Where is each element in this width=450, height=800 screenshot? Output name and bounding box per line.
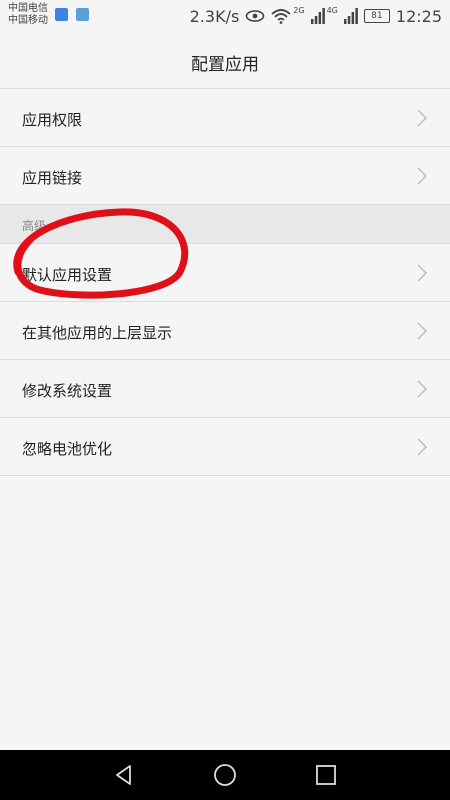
list-item-app-links[interactable]: 应用链接 bbox=[0, 147, 450, 205]
section-label: 高级 bbox=[22, 219, 47, 233]
notification-image-icon bbox=[76, 8, 89, 21]
signal-icon-2 bbox=[343, 8, 358, 24]
net-badge-2g: 2G bbox=[293, 5, 305, 15]
chevron-right-icon bbox=[417, 438, 428, 456]
chevron-right-icon bbox=[417, 264, 428, 282]
net-speed: 2.3K/s bbox=[189, 6, 240, 26]
list-item-label: 修改系统设置 bbox=[22, 382, 113, 400]
nav-home-icon[interactable] bbox=[213, 763, 237, 787]
list-item-label: 默认应用设置 bbox=[22, 266, 113, 284]
nav-recents-icon[interactable] bbox=[314, 763, 338, 787]
eye-comfort-icon bbox=[245, 10, 265, 22]
list-item-modify-system-settings[interactable]: 修改系统设置 bbox=[0, 360, 450, 418]
notification-app-icon bbox=[55, 8, 68, 21]
carrier-2: 中国移动 bbox=[8, 15, 48, 26]
list-item-app-permissions[interactable]: 应用权限 bbox=[0, 89, 450, 147]
list-item-label: 应用权限 bbox=[22, 111, 83, 129]
list-item-ignore-battery-optimization[interactable]: 忽略电池优化 bbox=[0, 418, 450, 476]
navigation-bar bbox=[0, 750, 450, 800]
chevron-right-icon bbox=[417, 380, 428, 398]
chevron-right-icon bbox=[417, 167, 428, 185]
net-badge-4g: 4G bbox=[326, 5, 338, 15]
list-item-label: 在其他应用的上层显示 bbox=[22, 324, 173, 342]
title-bar: 配置应用 bbox=[0, 32, 450, 89]
status-bar: 中国电信 中国移动 2.3K/s 2G 4G 81 12:25 bbox=[0, 0, 450, 32]
list-item-default-apps[interactable]: 默认应用设置 bbox=[0, 244, 450, 302]
list-item-label: 忽略电池优化 bbox=[22, 440, 113, 458]
carrier-info: 中国电信 中国移动 bbox=[8, 3, 48, 27]
carrier-1: 中国电信 bbox=[8, 3, 48, 14]
clock: 12:25 bbox=[395, 6, 442, 26]
settings-list: 应用权限 应用链接 高级 默认应用设置 在其他应用的上层显示 修改系统设置 忽略… bbox=[0, 89, 450, 476]
list-item-draw-over-apps[interactable]: 在其他应用的上层显示 bbox=[0, 302, 450, 360]
chevron-right-icon bbox=[417, 322, 428, 340]
wifi-icon bbox=[271, 9, 291, 24]
chevron-right-icon bbox=[417, 109, 428, 127]
nav-back-icon[interactable] bbox=[112, 763, 136, 787]
battery-icon: 81 bbox=[363, 9, 390, 23]
list-item-label: 应用链接 bbox=[22, 169, 83, 187]
status-indicators: 2.3K/s 2G 4G 81 12:25 bbox=[184, 5, 442, 27]
page-title: 配置应用 bbox=[191, 55, 259, 75]
signal-icon-1 bbox=[310, 8, 325, 24]
section-header-advanced: 高级 bbox=[0, 205, 450, 244]
